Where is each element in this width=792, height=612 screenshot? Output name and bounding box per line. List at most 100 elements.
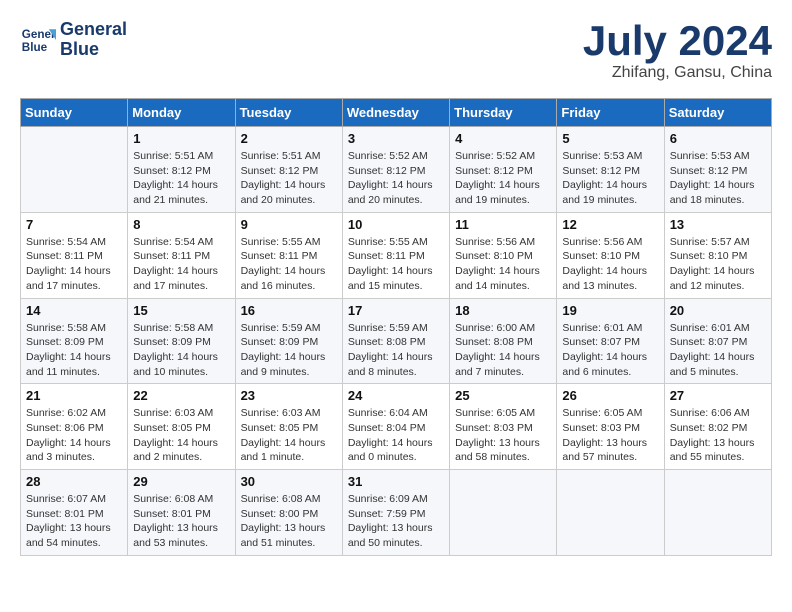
calendar-cell: 24 Sunrise: 6:04 AMSunset: 8:04 PMDayligh… — [342, 384, 449, 470]
day-info: Sunrise: 6:03 AMSunset: 8:05 PMDaylight:… — [241, 406, 337, 465]
calendar-cell: 14 Sunrise: 5:58 AMSunset: 8:09 PMDayligh… — [21, 298, 128, 384]
day-number: 23 — [241, 388, 337, 403]
day-number: 4 — [455, 131, 551, 146]
day-number: 3 — [348, 131, 444, 146]
day-info: Sunrise: 5:56 AMSunset: 8:10 PMDaylight:… — [562, 235, 658, 294]
day-info: Sunrise: 6:08 AMSunset: 8:01 PMDaylight:… — [133, 492, 229, 551]
day-number: 14 — [26, 303, 122, 318]
day-number: 2 — [241, 131, 337, 146]
calendar-cell — [21, 127, 128, 213]
day-number: 18 — [455, 303, 551, 318]
calendar-cell: 8 Sunrise: 5:54 AMSunset: 8:11 PMDaylight… — [128, 212, 235, 298]
day-info: Sunrise: 6:05 AMSunset: 8:03 PMDaylight:… — [455, 406, 551, 465]
logo-text-line2: Blue — [60, 40, 127, 60]
calendar-cell: 19Sunrise: 6:01 AMSunset: 8:07 PMDayligh… — [557, 298, 664, 384]
day-info: Sunrise: 5:52 AMSunset: 8:12 PMDaylight:… — [348, 149, 444, 208]
day-number: 15 — [133, 303, 229, 318]
calendar-cell: 30Sunrise: 6:08 AMSunset: 8:00 PMDayligh… — [235, 470, 342, 556]
week-row: 14 Sunrise: 5:58 AMSunset: 8:09 PMDayligh… — [21, 298, 772, 384]
calendar-cell: 17 Sunrise: 5:59 AMSunset: 8:08 PMDayligh… — [342, 298, 449, 384]
day-number: 28 — [26, 474, 122, 489]
header-cell-tuesday: Tuesday — [235, 99, 342, 127]
day-number: 13 — [670, 217, 766, 232]
month-title: July 2024 — [583, 20, 772, 62]
calendar-cell — [664, 470, 771, 556]
day-info: Sunrise: 5:52 AMSunset: 8:12 PMDaylight:… — [455, 149, 551, 208]
week-row: 1 Sunrise: 5:51 AMSunset: 8:12 PMDaylight… — [21, 127, 772, 213]
calendar-cell: 25 Sunrise: 6:05 AMSunset: 8:03 PMDayligh… — [450, 384, 557, 470]
day-info: Sunrise: 5:58 AMSunset: 8:09 PMDaylight:… — [133, 321, 229, 380]
day-number: 22 — [133, 388, 229, 403]
day-number: 5 — [562, 131, 658, 146]
day-number: 11 — [455, 217, 551, 232]
day-info: Sunrise: 5:51 AMSunset: 8:12 PMDaylight:… — [133, 149, 229, 208]
day-number: 30 — [241, 474, 337, 489]
day-info: Sunrise: 5:53 AMSunset: 8:12 PMDaylight:… — [562, 149, 658, 208]
day-number: 10 — [348, 217, 444, 232]
day-info: Sunrise: 6:09 AMSunset: 7:59 PMDaylight:… — [348, 492, 444, 551]
calendar-cell: 31Sunrise: 6:09 AMSunset: 7:59 PMDayligh… — [342, 470, 449, 556]
calendar-header: SundayMondayTuesdayWednesdayThursdayFrid… — [21, 99, 772, 127]
calendar-cell: 16Sunrise: 5:59 AMSunset: 8:09 PMDayligh… — [235, 298, 342, 384]
location-subtitle: Zhifang, Gansu, China — [583, 64, 772, 82]
day-info: Sunrise: 5:54 AMSunset: 8:11 PMDaylight:… — [133, 235, 229, 294]
header-cell-sunday: Sunday — [21, 99, 128, 127]
week-row: 7 Sunrise: 5:54 AMSunset: 8:11 PMDaylight… — [21, 212, 772, 298]
day-info: Sunrise: 6:04 AMSunset: 8:04 PMDaylight:… — [348, 406, 444, 465]
calendar-cell: 27Sunrise: 6:06 AMSunset: 8:02 PMDayligh… — [664, 384, 771, 470]
calendar-cell: 29 Sunrise: 6:08 AMSunset: 8:01 PMDayligh… — [128, 470, 235, 556]
calendar-cell — [557, 470, 664, 556]
day-info: Sunrise: 5:59 AMSunset: 8:08 PMDaylight:… — [348, 321, 444, 380]
calendar-body: 1 Sunrise: 5:51 AMSunset: 8:12 PMDaylight… — [21, 127, 772, 556]
day-number: 8 — [133, 217, 229, 232]
calendar-cell: 13 Sunrise: 5:57 AMSunset: 8:10 PMDayligh… — [664, 212, 771, 298]
calendar-cell: 4 Sunrise: 5:52 AMSunset: 8:12 PMDaylight… — [450, 127, 557, 213]
calendar-cell: 5 Sunrise: 5:53 AMSunset: 8:12 PMDaylight… — [557, 127, 664, 213]
header-cell-thursday: Thursday — [450, 99, 557, 127]
day-number: 1 — [133, 131, 229, 146]
page-header: General Blue General Blue July 2024 Zhif… — [20, 20, 772, 82]
day-number: 7 — [26, 217, 122, 232]
day-number: 17 — [348, 303, 444, 318]
svg-text:Blue: Blue — [22, 41, 48, 54]
calendar-cell: 28 Sunrise: 6:07 AMSunset: 8:01 PMDayligh… — [21, 470, 128, 556]
day-info: Sunrise: 6:03 AMSunset: 8:05 PMDaylight:… — [133, 406, 229, 465]
header-cell-saturday: Saturday — [664, 99, 771, 127]
day-info: Sunrise: 6:05 AMSunset: 8:03 PMDaylight:… — [562, 406, 658, 465]
day-number: 29 — [133, 474, 229, 489]
header-cell-monday: Monday — [128, 99, 235, 127]
day-info: Sunrise: 6:07 AMSunset: 8:01 PMDaylight:… — [26, 492, 122, 551]
day-info: Sunrise: 6:00 AMSunset: 8:08 PMDaylight:… — [455, 321, 551, 380]
calendar-cell: 2Sunrise: 5:51 AMSunset: 8:12 PMDaylight… — [235, 127, 342, 213]
day-info: Sunrise: 5:57 AMSunset: 8:10 PMDaylight:… — [670, 235, 766, 294]
day-info: Sunrise: 5:55 AMSunset: 8:11 PMDaylight:… — [241, 235, 337, 294]
calendar-cell: 12Sunrise: 5:56 AMSunset: 8:10 PMDayligh… — [557, 212, 664, 298]
calendar-cell: 3 Sunrise: 5:52 AMSunset: 8:12 PMDaylight… — [342, 127, 449, 213]
day-info: Sunrise: 5:53 AMSunset: 8:12 PMDaylight:… — [670, 149, 766, 208]
day-info: Sunrise: 5:59 AMSunset: 8:09 PMDaylight:… — [241, 321, 337, 380]
day-number: 20 — [670, 303, 766, 318]
calendar-cell: 9Sunrise: 5:55 AMSunset: 8:11 PMDaylight… — [235, 212, 342, 298]
day-info: Sunrise: 6:01 AMSunset: 8:07 PMDaylight:… — [562, 321, 658, 380]
day-number: 24 — [348, 388, 444, 403]
logo-icon: General Blue — [20, 22, 56, 58]
day-number: 25 — [455, 388, 551, 403]
week-row: 28 Sunrise: 6:07 AMSunset: 8:01 PMDayligh… — [21, 470, 772, 556]
day-info: Sunrise: 5:56 AMSunset: 8:10 PMDaylight:… — [455, 235, 551, 294]
day-number: 21 — [26, 388, 122, 403]
header-cell-wednesday: Wednesday — [342, 99, 449, 127]
calendar-cell: 7 Sunrise: 5:54 AMSunset: 8:11 PMDaylight… — [21, 212, 128, 298]
day-info: Sunrise: 5:58 AMSunset: 8:09 PMDaylight:… — [26, 321, 122, 380]
day-number: 26 — [562, 388, 658, 403]
calendar-cell: 11 Sunrise: 5:56 AMSunset: 8:10 PMDayligh… — [450, 212, 557, 298]
calendar-cell: 18 Sunrise: 6:00 AMSunset: 8:08 PMDayligh… — [450, 298, 557, 384]
day-info: Sunrise: 5:55 AMSunset: 8:11 PMDaylight:… — [348, 235, 444, 294]
calendar-cell: 23 Sunrise: 6:03 AMSunset: 8:05 PMDayligh… — [235, 384, 342, 470]
header-row: SundayMondayTuesdayWednesdayThursdayFrid… — [21, 99, 772, 127]
calendar-cell: 26 Sunrise: 6:05 AMSunset: 8:03 PMDayligh… — [557, 384, 664, 470]
calendar-cell: 21Sunrise: 6:02 AMSunset: 8:06 PMDayligh… — [21, 384, 128, 470]
day-info: Sunrise: 5:54 AMSunset: 8:11 PMDaylight:… — [26, 235, 122, 294]
calendar-cell: 10 Sunrise: 5:55 AMSunset: 8:11 PMDayligh… — [342, 212, 449, 298]
logo: General Blue General Blue — [20, 20, 127, 60]
calendar-cell: 20Sunrise: 6:01 AMSunset: 8:07 PMDayligh… — [664, 298, 771, 384]
